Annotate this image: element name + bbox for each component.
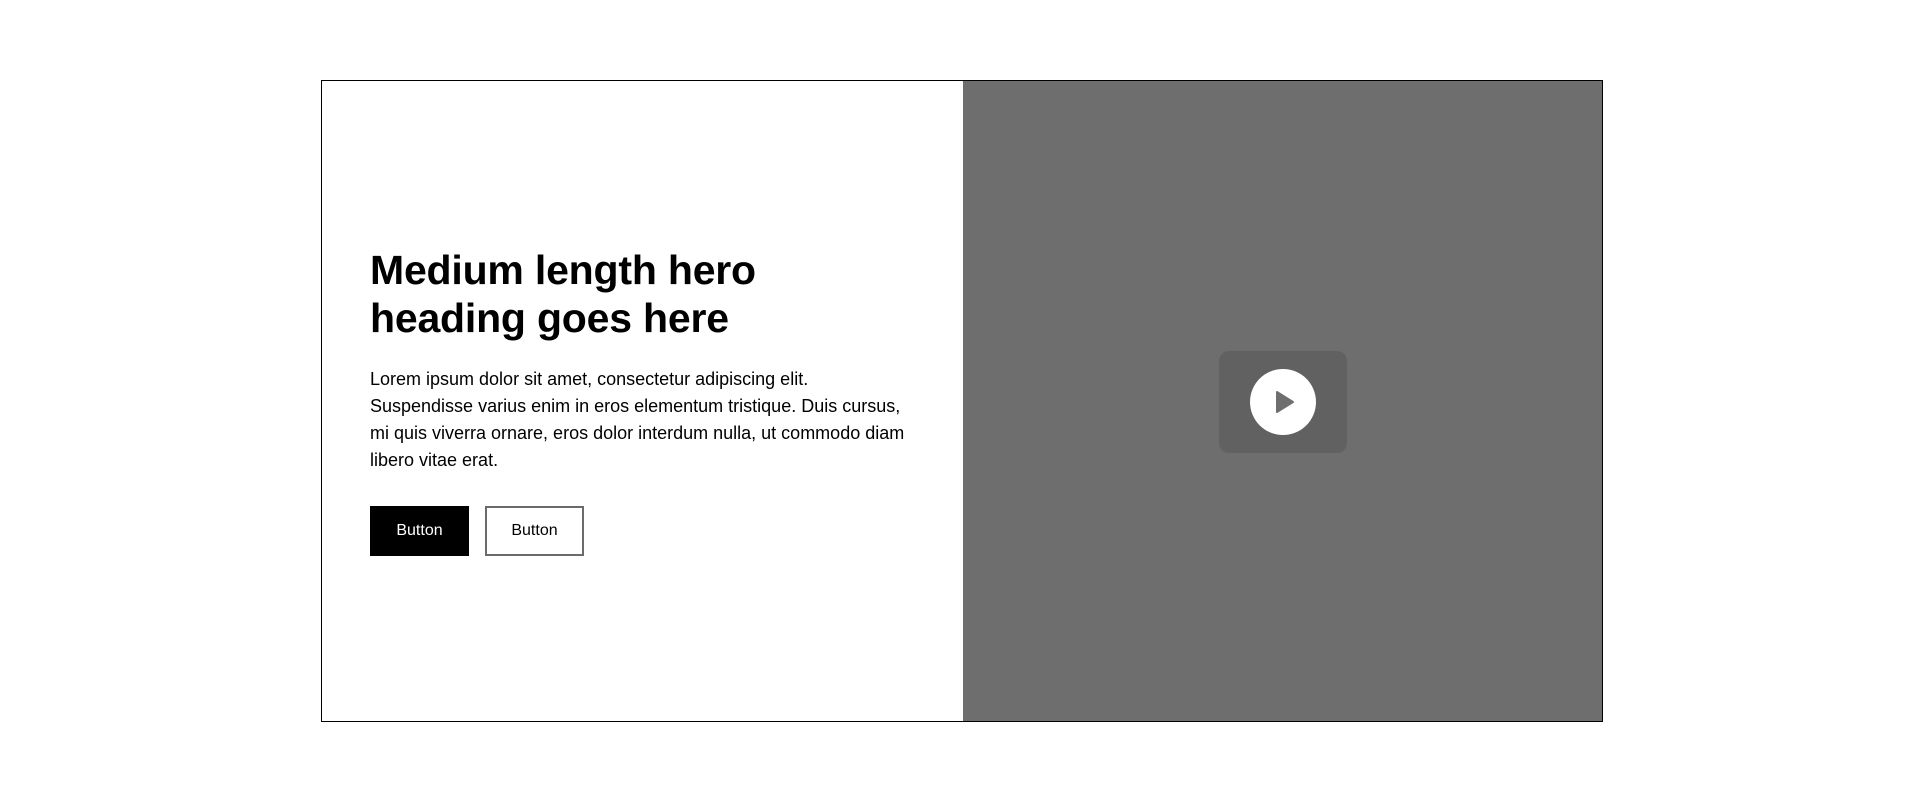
primary-button[interactable]: Button [370,506,469,556]
hero-description: Lorem ipsum dolor sit amet, consectetur … [370,369,905,470]
hero-section: Medium length hero heading goes here Lor… [321,80,1603,722]
play-button[interactable] [1219,351,1347,453]
play-icon-container [1250,369,1316,435]
play-icon [1276,391,1294,413]
video-placeholder[interactable] [963,81,1602,721]
hero-actions: Button Button [370,506,915,556]
hero-content: Medium length hero heading goes here Lor… [322,81,963,721]
hero-heading: Medium length hero heading goes here [370,247,756,341]
secondary-button[interactable]: Button [485,506,584,556]
